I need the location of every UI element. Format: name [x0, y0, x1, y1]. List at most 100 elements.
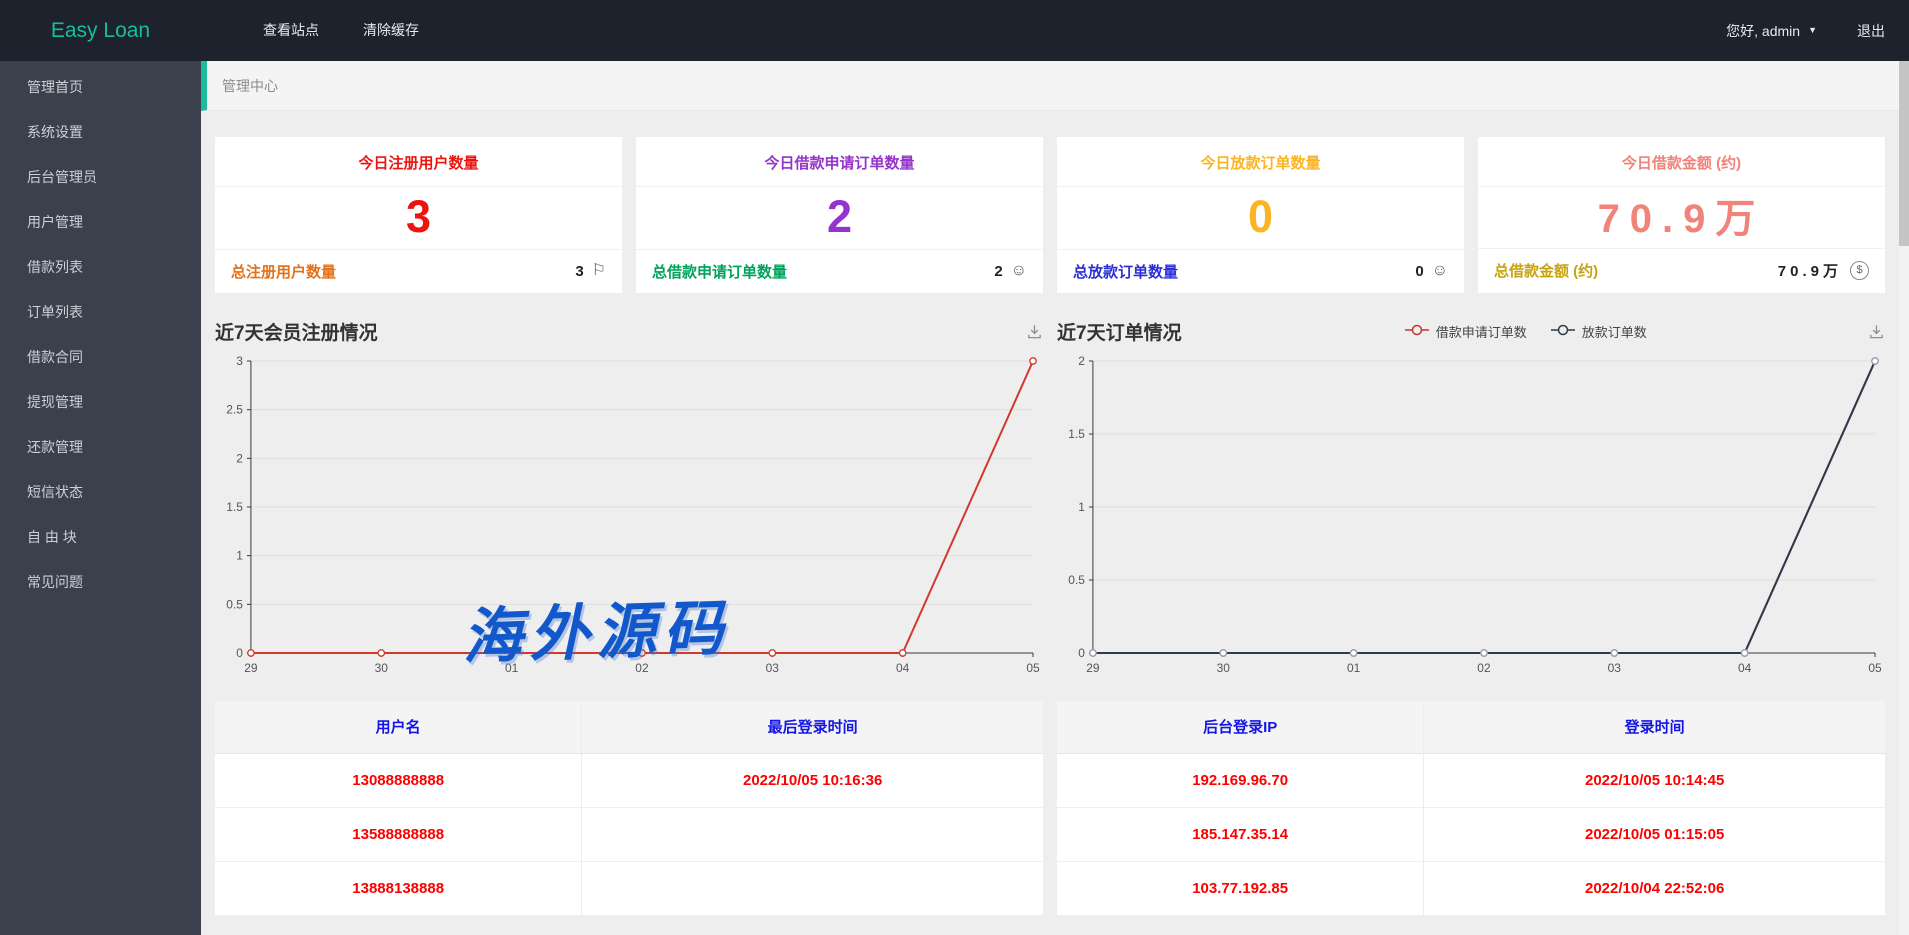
svg-text:05: 05 [1026, 660, 1040, 674]
sidebar-item-order-list[interactable]: 订单列表 [0, 290, 201, 335]
table-recent-users: 用户名最后登录时间130888888882022/10/05 10:16:361… [215, 701, 1043, 916]
top-navigation: 查看站点清除缓存 [241, 0, 441, 61]
sidebar-item-admin-managers[interactable]: 后台管理员 [0, 155, 201, 200]
svg-text:30: 30 [1217, 660, 1231, 674]
topnav-item-view-site[interactable]: 查看站点 [241, 0, 341, 61]
download-icon[interactable] [1026, 323, 1043, 340]
stat-card-title: 今日借款申请订单数量 [636, 137, 1043, 187]
svg-text:01: 01 [1347, 660, 1361, 674]
svg-text:05: 05 [1868, 660, 1882, 674]
breadcrumb-label: 管理中心 [222, 76, 278, 96]
svg-text:29: 29 [1086, 660, 1100, 674]
sidebar-item-repayment-management[interactable]: 还款管理 [0, 425, 201, 470]
sidebar-item-label: 自 由 块 [27, 529, 77, 545]
sidebar-item-home[interactable]: 管理首页 [0, 65, 201, 110]
greeting-text: 您好, admin [1726, 21, 1800, 41]
sidebar: 管理首页系统设置后台管理员用户管理借款列表订单列表借款合同提现管理还款管理短信状… [0, 61, 201, 935]
svg-text:02: 02 [635, 660, 649, 674]
sidebar-item-withdrawal-management[interactable]: 提现管理 [0, 380, 201, 425]
legend-marker-icon [1403, 324, 1431, 339]
sidebar-item-label: 常见问题 [27, 574, 83, 590]
sidebar-item-label: 借款合同 [27, 349, 83, 365]
table-cell: 192.169.96.70 [1057, 753, 1424, 807]
stat-card-footer-label: 总借款金额 (约) [1494, 260, 1598, 281]
svg-text:04: 04 [1738, 660, 1752, 674]
stat-card-title: 今日放款订单数量 [1057, 137, 1464, 187]
stat-card-footer-value-wrap: 70.9万$ [1778, 260, 1869, 281]
app-logo[interactable]: Easy Loan [0, 19, 201, 43]
sidebar-item-label: 订单列表 [27, 304, 83, 320]
flag-icon: ⚐ [592, 263, 606, 279]
stat-card-footer: 总借款金额 (约) 70.9万$ [1478, 248, 1885, 292]
column-header: 登录时间 [1424, 701, 1885, 754]
stat-card-footer: 总注册用户数量3⚐ [215, 249, 622, 293]
scrollbar[interactable] [1899, 61, 1909, 935]
table-cell: 103.77.192.85 [1057, 861, 1424, 915]
table-header-row: 后台登录IP登录时间 [1057, 701, 1885, 754]
sidebar-item-faq[interactable]: 常见问题 [0, 560, 201, 605]
table-cell: 2022/10/04 22:52:06 [1424, 861, 1885, 915]
table-cell: 185.147.35.14 [1057, 807, 1424, 861]
svg-text:1: 1 [236, 548, 243, 562]
svg-text:0: 0 [236, 645, 243, 659]
sidebar-item-sms-status[interactable]: 短信状态 [0, 470, 201, 515]
stat-card-footer-value-wrap: 2☺ [994, 263, 1027, 280]
legend-item[interactable]: 放款订单数 [1549, 322, 1647, 341]
line-chart-orders-7d: 00.511.5229300102030405 [1057, 351, 1885, 681]
stat-card-disbursed-orders-today: 今日放款订单数量0总放款订单数量0☺ [1057, 137, 1464, 293]
topbar: Easy Loan 查看站点清除缓存 您好, admin ▼ 退出 [0, 0, 1909, 61]
svg-text:03: 03 [766, 660, 780, 674]
logout-button[interactable]: 退出 [1857, 21, 1885, 41]
stat-card-footer-value-wrap: 0☺ [1415, 263, 1448, 280]
topnav-item-clear-cache[interactable]: 清除缓存 [341, 0, 441, 61]
scrollbar-thumb[interactable] [1899, 61, 1909, 246]
stat-card-value: 70.9万 [1478, 187, 1885, 248]
stat-card-footer-value: 3 [575, 263, 583, 280]
table-cell: 2022/10/05 10:16:36 [582, 753, 1043, 807]
sidebar-item-system-settings[interactable]: 系统设置 [0, 110, 201, 155]
content: 今日注册用户数量3总注册用户数量3⚐今日借款申请订单数量2总借款申请订单数量2☺… [201, 111, 1909, 916]
chart-legend: 借款申请订单数 放款订单数 [1182, 322, 1868, 341]
stat-card-title: 今日借款金额 (约) [1478, 137, 1885, 187]
sidebar-menu: 管理首页系统设置后台管理员用户管理借款列表订单列表借款合同提现管理还款管理短信状… [0, 61, 201, 605]
stat-card-footer: 总放款订单数量 0☺ [1057, 249, 1464, 293]
column-header: 最后登录时间 [582, 701, 1043, 754]
sidebar-item-loan-list[interactable]: 借款列表 [0, 245, 201, 290]
line-chart-registrations-7d: 00.511.522.5329300102030405 [215, 351, 1043, 681]
stat-card-footer-label: 总放款订单数量 [1073, 261, 1178, 282]
sidebar-item-user-management[interactable]: 用户管理 [0, 200, 201, 245]
stat-card-loan-amount-today: 今日借款金额 (约)70.9万总借款金额 (约) 70.9万$ [1478, 137, 1885, 293]
main-area: 管理中心 今日注册用户数量3总注册用户数量3⚐今日借款申请订单数量2总借款申请订… [201, 61, 1909, 935]
svg-text:02: 02 [1477, 660, 1491, 674]
svg-text:29: 29 [244, 660, 258, 674]
chart-panel-orders-7d: 近7天订单情况借款申请订单数放款订单数00.511.52293001020304… [1057, 315, 1885, 681]
download-icon[interactable] [1868, 323, 1885, 340]
table-cell [582, 807, 1043, 861]
column-header: 后台登录IP [1057, 701, 1424, 754]
user-menu[interactable]: 您好, admin ▼ [1726, 21, 1817, 41]
svg-text:3: 3 [236, 353, 243, 367]
svg-text:2.5: 2.5 [226, 402, 243, 416]
sidebar-item-label: 短信状态 [27, 484, 83, 500]
svg-text:30: 30 [375, 660, 389, 674]
stat-card-loan-applications-today: 今日借款申请订单数量2总借款申请订单数量2☺ [636, 137, 1043, 293]
table-cell: 13088888888 [215, 753, 582, 807]
chart-header: 近7天会员注册情况 [215, 315, 1043, 349]
sidebar-item-label: 管理首页 [27, 79, 83, 95]
chart-panel-registrations-7d: 近7天会员注册情况00.511.522.5329300102030405 [215, 315, 1043, 681]
sidebar-item-free-block[interactable]: 自 由 块 [0, 515, 201, 560]
sidebar-item-label: 后台管理员 [27, 169, 97, 185]
stat-card-registered-users-today: 今日注册用户数量3总注册用户数量3⚐ [215, 137, 622, 293]
legend-marker-icon [1549, 324, 1577, 339]
legend-item[interactable]: 借款申请订单数 [1403, 322, 1527, 341]
sidebar-item-loan-contract[interactable]: 借款合同 [0, 335, 201, 380]
tables-row: 用户名最后登录时间130888888882022/10/05 10:16:36 1… [215, 701, 1885, 916]
sidebar-item-label: 还款管理 [27, 439, 83, 455]
svg-text:1.5: 1.5 [226, 499, 243, 513]
table-admin-logins: 后台登录IP登录时间192.169.96.702022/10/05 10:14:… [1057, 701, 1885, 916]
stat-card-value: 3 [215, 187, 622, 249]
svg-text:1.5: 1.5 [1068, 426, 1085, 440]
table-row: 103.77.192.852022/10/04 22:52:06 [1057, 861, 1885, 915]
column-header: 用户名 [215, 701, 582, 754]
table-cell [582, 861, 1043, 915]
